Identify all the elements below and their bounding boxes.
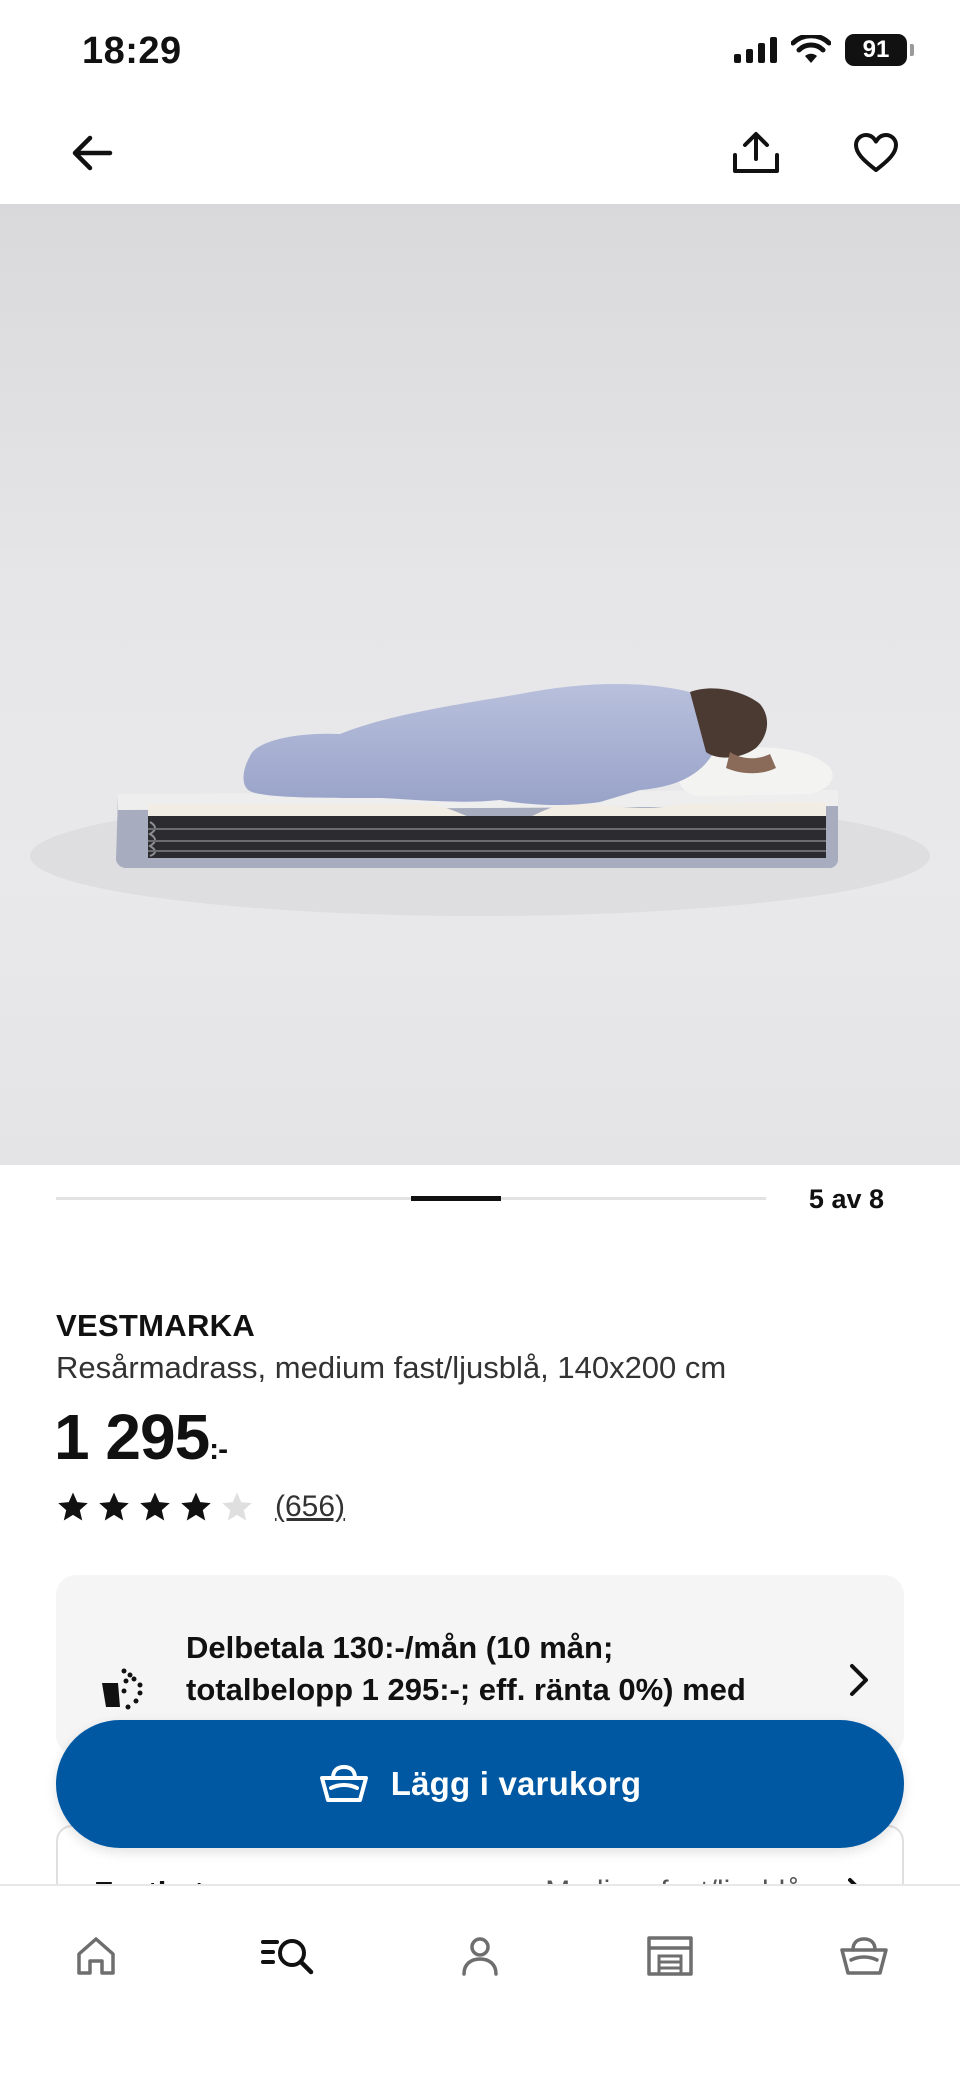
rating[interactable]: (656) bbox=[56, 1490, 345, 1524]
carousel-progress bbox=[56, 1196, 766, 1201]
battery-level: 91 bbox=[845, 34, 907, 66]
shopping-basket-icon bbox=[319, 1764, 368, 1802]
product-name: VESTMARKA bbox=[56, 1308, 256, 1343]
top-nav bbox=[0, 110, 960, 200]
cart-icon bbox=[840, 1937, 888, 1975]
product-price: 1 295:- bbox=[54, 1400, 228, 1474]
cellular-signal-icon bbox=[734, 37, 777, 63]
share-icon bbox=[733, 132, 779, 173]
star-filled-icon bbox=[99, 1492, 129, 1521]
back-button[interactable] bbox=[52, 113, 132, 193]
heart-icon bbox=[854, 133, 898, 172]
price-suffix: :- bbox=[209, 1433, 228, 1466]
price-amount: 1 295 bbox=[54, 1401, 210, 1473]
home-icon bbox=[77, 1937, 115, 1975]
arrow-left-icon bbox=[72, 135, 113, 171]
share-button[interactable] bbox=[716, 113, 796, 193]
star-empty-icon bbox=[222, 1492, 252, 1521]
tab-search[interactable] bbox=[248, 1916, 328, 1996]
chevron-right-icon bbox=[850, 1664, 868, 1696]
status-time: 18:29 bbox=[82, 30, 182, 72]
favorite-button[interactable] bbox=[836, 113, 916, 193]
battery-icon: 91 bbox=[845, 34, 914, 66]
status-icons: 91 bbox=[734, 34, 914, 66]
payment-plan-icon bbox=[102, 1668, 143, 1710]
profile-icon bbox=[462, 1937, 498, 1976]
status-bar: 18:29 91 bbox=[0, 0, 960, 100]
star-rating bbox=[56, 1490, 254, 1524]
star-filled-icon bbox=[181, 1492, 211, 1521]
star-filled-icon bbox=[140, 1492, 170, 1521]
tab-cart[interactable] bbox=[824, 1916, 904, 1996]
tab-stores[interactable] bbox=[630, 1916, 710, 1996]
store-icon bbox=[647, 1936, 693, 1976]
tab-profile[interactable] bbox=[440, 1916, 520, 1996]
product-image[interactable] bbox=[0, 204, 960, 1165]
add-to-cart-label: Lägg i varukorg bbox=[390, 1765, 642, 1802]
bottom-tab-bar bbox=[0, 1884, 960, 2078]
add-to-cart-button[interactable]: Lägg i varukorg bbox=[56, 1720, 904, 1848]
search-menu-icon bbox=[261, 1939, 314, 1975]
star-filled-icon bbox=[58, 1492, 88, 1521]
tab-home[interactable] bbox=[56, 1916, 136, 1996]
review-count-link[interactable]: (656) bbox=[275, 1490, 345, 1524]
product-description: Resårmadrass, medium fast/ljusblå, 140x2… bbox=[56, 1350, 727, 1385]
carousel-counter: 5 av 8 bbox=[808, 1184, 884, 1214]
carousel-thumb bbox=[411, 1196, 501, 1201]
mattress-photo bbox=[30, 683, 930, 916]
wifi-icon bbox=[791, 35, 831, 63]
